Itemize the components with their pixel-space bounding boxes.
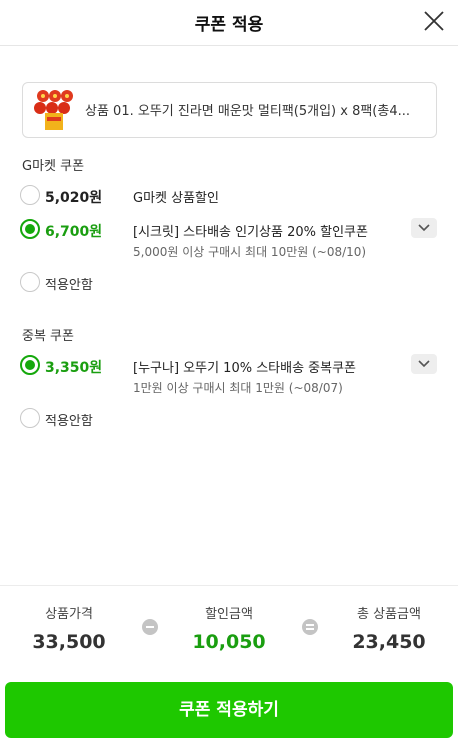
- coupon-condition: 5,000원 이상 구매시 최대 10만원 (~08/10): [133, 245, 367, 259]
- coupon-amount: 3,350원: [45, 360, 103, 376]
- discount-value: 10,050: [192, 631, 266, 653]
- radio-button[interactable]: [20, 408, 40, 428]
- discount-label: 할인금액: [205, 607, 253, 622]
- coupon-option[interactable]: 5,020원 G마켓 상품할인: [20, 183, 440, 209]
- coupon-option-none[interactable]: 적용안함: [20, 406, 440, 432]
- page-title: 쿠폰 적용: [194, 15, 264, 35]
- no-coupon-label: 적용안함: [45, 278, 93, 293]
- divider: [0, 585, 458, 586]
- price-summary: 상품가격 33,500: [14, 603, 124, 653]
- radio-button-checked[interactable]: [20, 219, 40, 239]
- equals-icon: [302, 619, 318, 635]
- coupon-amount: 6,700원: [45, 224, 103, 240]
- price-label: 상품가격: [45, 607, 93, 622]
- chevron-down-icon: [418, 360, 430, 368]
- no-coupon-label: 적용안함: [45, 414, 93, 429]
- total-summary: 총 상품금액 23,450: [334, 603, 444, 653]
- coupon-name: [시크릿] 스타배송 인기상품 20% 할인쿠폰: [133, 225, 368, 240]
- product-card: 상품 01. 오뚜기 진라면 매운맛 멀티팩(5개입) x 8팩(총4...: [22, 82, 437, 138]
- radio-button-checked[interactable]: [20, 355, 40, 375]
- coupon-amount: 5,020원: [45, 190, 103, 206]
- header: 쿠폰 적용: [0, 0, 458, 46]
- total-value: 23,450: [352, 631, 426, 653]
- discount-summary: 할인금액 10,050: [174, 603, 284, 653]
- radio-button[interactable]: [20, 272, 40, 292]
- coupon-option[interactable]: 3,350원 [누구나] 오뚜기 10% 스타배송 중복쿠폰 1만원 이상 구매…: [20, 353, 440, 399]
- section-title-gmarket: G마켓 쿠폰: [22, 159, 85, 174]
- product-thumbnail: [33, 88, 77, 132]
- minus-icon: [142, 619, 158, 635]
- product-name: 상품 01. 오뚜기 진라면 매운맛 멀티팩(5개입) x 8팩(총4...: [85, 104, 410, 119]
- radio-button[interactable]: [20, 185, 40, 205]
- coupon-detail-toggle[interactable]: [411, 218, 437, 238]
- coupon-detail-toggle[interactable]: [411, 354, 437, 374]
- apply-coupon-button[interactable]: 쿠폰 적용하기: [5, 682, 453, 738]
- total-label: 총 상품금액: [357, 607, 421, 622]
- coupon-name: G마켓 상품할인: [133, 191, 219, 206]
- coupon-option[interactable]: 6,700원 [시크릿] 스타배송 인기상품 20% 할인쿠폰 5,000원 이…: [20, 217, 440, 263]
- coupon-condition: 1만원 이상 구매시 최대 1만원 (~08/07): [133, 381, 343, 395]
- coupon-name: [누구나] 오뚜기 10% 스타배송 중복쿠폰: [133, 361, 357, 376]
- section-title-duplicate: 중복 쿠폰: [22, 329, 74, 344]
- price-value: 33,500: [32, 631, 106, 653]
- coupon-option-none[interactable]: 적용안함: [20, 270, 440, 296]
- chevron-down-icon: [418, 224, 430, 232]
- close-icon[interactable]: [422, 9, 446, 33]
